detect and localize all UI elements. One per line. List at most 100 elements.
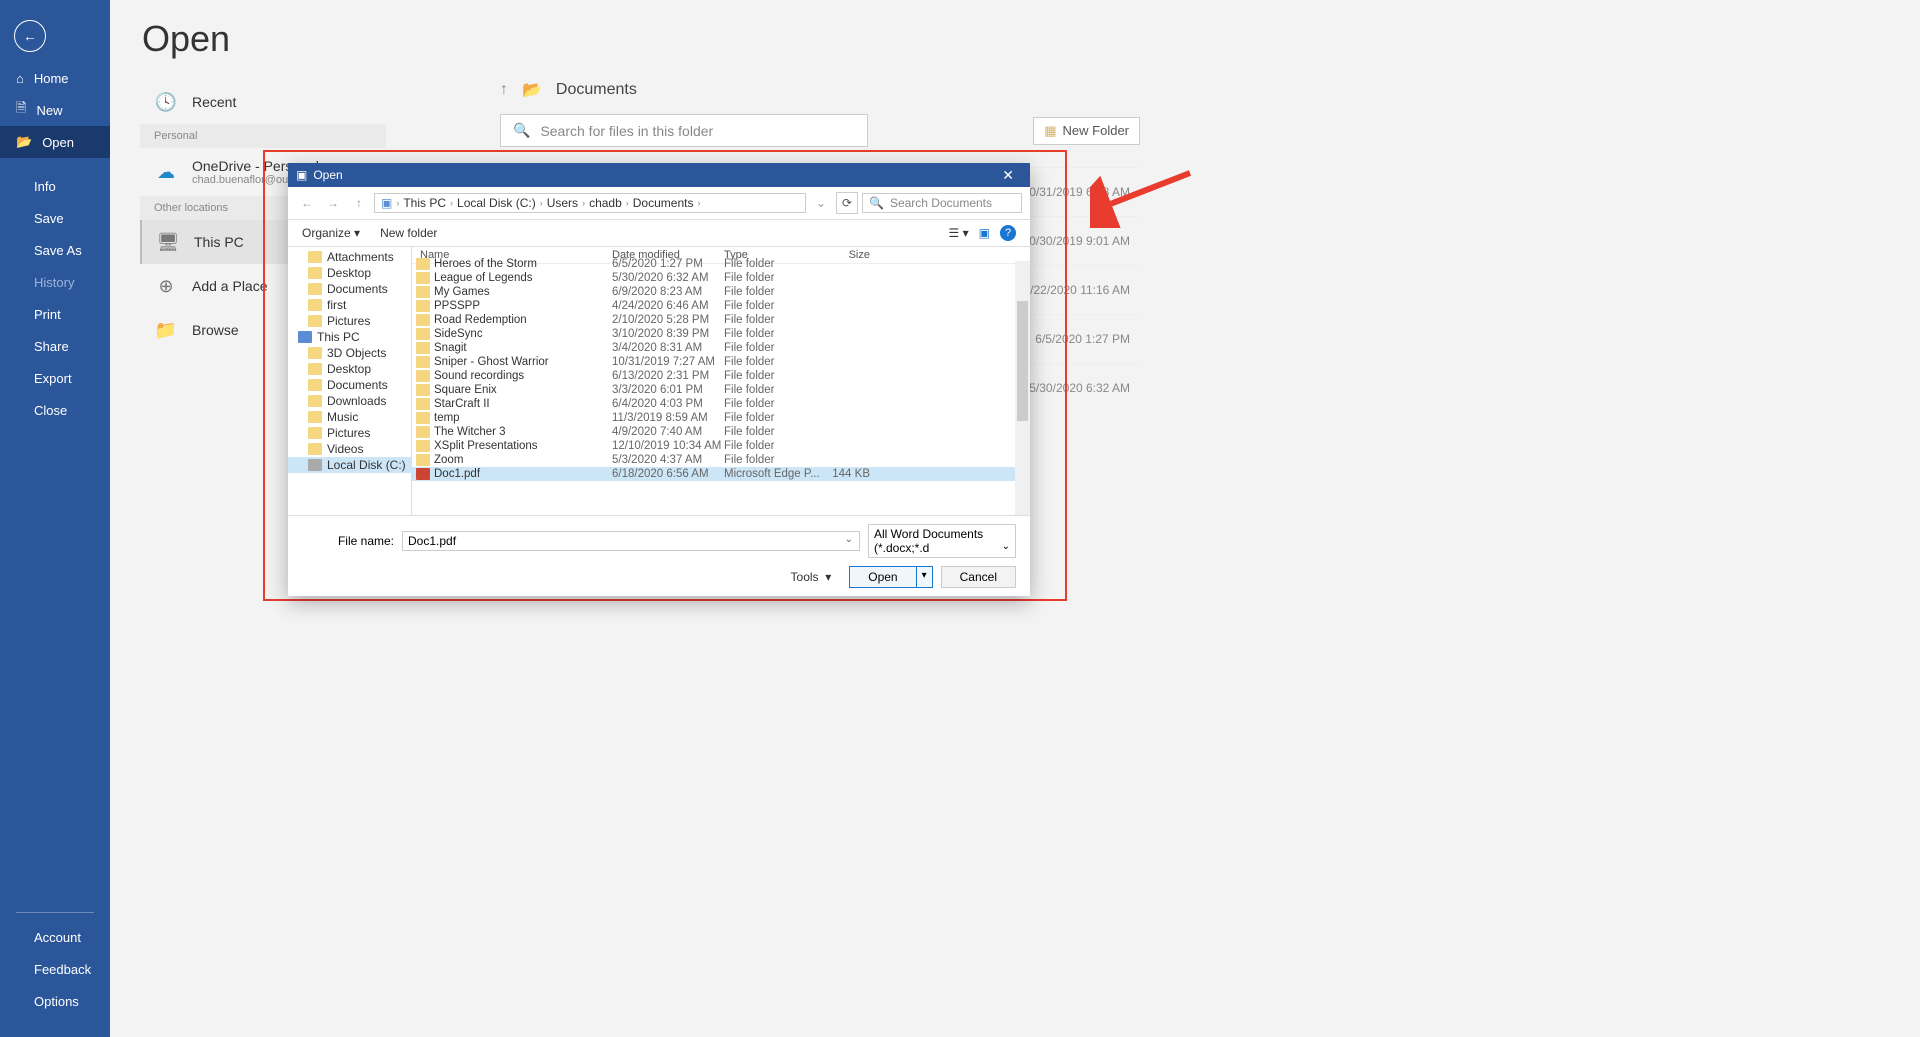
file-row[interactable]: XSplit Presentations12/10/2019 10:34 AMF… [412,439,1030,453]
tree-item[interactable]: Pictures [288,313,411,329]
nav-open[interactable]: 📂 Open [0,126,110,158]
tree-icon [308,363,322,375]
nav-forward-button[interactable]: → [322,192,344,214]
breadcrumb-segment[interactable]: chadb [589,196,622,210]
nav-info[interactable]: Info [0,170,110,202]
file-row[interactable]: My Games6/9/2020 8:23 AMFile folder [412,285,1030,299]
breadcrumb-segment[interactable]: Documents [633,196,694,210]
refresh-button[interactable]: ⟳ [836,192,858,214]
breadcrumb-segment[interactable]: Local Disk (C:) [457,196,536,210]
folder-icon [416,370,430,382]
nav-save[interactable]: Save [0,202,110,234]
open-button[interactable]: Open [849,566,916,588]
tree-item[interactable]: Desktop [288,361,411,377]
file-row[interactable]: Doc1.pdf6/18/2020 6:56 AMMicrosoft Edge … [412,467,1030,481]
loc-personal-header: Personal [140,124,386,148]
file-row[interactable]: temp11/3/2019 8:59 AMFile folder [412,411,1030,425]
plus-icon: ⊕ [154,274,178,298]
filename-label: File name: [302,534,394,548]
nav-account[interactable]: Account [0,921,110,953]
folder-icon [416,356,430,368]
file-row[interactable]: SideSync3/10/2020 8:39 PMFile folder [412,327,1030,341]
folder-tree[interactable]: AttachmentsDesktopDocumentsfirstPictures… [288,247,412,515]
file-row[interactable]: The Witcher 34/9/2020 7:40 AMFile folder [412,425,1030,439]
open-dropdown[interactable]: ▾ [917,566,933,588]
cancel-button[interactable]: Cancel [941,566,1016,588]
breadcrumb-segment[interactable]: This PC [403,196,446,210]
folder-icon [416,286,430,298]
backstage-sidebar: ← ⌂ Home 🗎 New 📂 Open Info Save Save As … [0,0,110,1037]
filter-select[interactable]: All Word Documents (*.docx;*.d ⌄ [868,524,1016,558]
organize-button[interactable]: Organize ▾ [302,226,360,240]
tree-item[interactable]: Documents [288,281,411,297]
file-row[interactable]: Snagit3/4/2020 8:31 AMFile folder [412,341,1030,355]
tree-item[interactable]: Videos [288,441,411,457]
tree-item[interactable]: first [288,297,411,313]
nav-close[interactable]: Close [0,394,110,426]
tree-item[interactable]: Downloads [288,393,411,409]
file-row[interactable]: League of Legends5/30/2020 6:32 AMFile f… [412,271,1030,285]
loc-recent[interactable]: 🕓 Recent [140,80,386,124]
up-icon[interactable]: ↑ [500,81,508,99]
file-row[interactable]: Heroes of the Storm6/5/2020 1:27 PMFile … [412,257,1030,271]
nav-export[interactable]: Export [0,362,110,394]
nav-share[interactable]: Share [0,330,110,362]
tree-icon [308,443,322,455]
file-row[interactable]: Road Redemption2/10/2020 5:28 PMFile fol… [412,313,1030,327]
nav-options[interactable]: Options [0,985,110,1017]
tree-icon [308,395,322,407]
tree-item[interactable]: Documents [288,377,411,393]
dialog-search-input[interactable]: 🔍 Search Documents [862,193,1022,213]
nav-feedback[interactable]: Feedback [0,953,110,985]
folder-icon [416,412,430,424]
tree-item[interactable]: Music [288,409,411,425]
tree-item[interactable]: Desktop [288,265,411,281]
search-icon: 🔍 [869,196,884,210]
filename-input[interactable]: Doc1.pdf⌄ [402,531,860,551]
search-input[interactable]: 🔍 Search for files in this folder [500,114,868,147]
search-icon: 🔍 [513,122,530,139]
tree-item[interactable]: This PC [288,329,411,345]
tree-item[interactable]: Attachments [288,249,411,265]
tree-icon [308,299,322,311]
folder-icon [416,272,430,284]
file-row[interactable]: Square Enix3/3/2020 6:01 PMFile folder [412,383,1030,397]
divider [16,912,94,913]
help-icon[interactable]: ? [1000,225,1016,241]
tree-icon [308,315,322,327]
scrollbar[interactable] [1015,261,1030,515]
new-folder-button[interactable]: ▦ New Folder [1033,117,1140,145]
folder-icon [416,454,430,466]
new-folder-button[interactable]: New folder [380,226,437,240]
nav-new[interactable]: 🗎 New [0,94,110,126]
breadcrumb-dropdown[interactable]: ⌄ [810,192,832,214]
scroll-thumb[interactable] [1017,301,1028,421]
tree-item[interactable]: Local Disk (C:) [288,457,411,473]
file-row[interactable]: PPSSPP4/24/2020 6:46 AMFile folder [412,299,1030,313]
file-row[interactable]: Sniper - Ghost Warrior10/31/2019 7:27 AM… [412,355,1030,369]
tools-button[interactable]: Tools ▾ [791,570,832,584]
file-row[interactable]: Zoom5/3/2020 4:37 AMFile folder [412,453,1030,467]
nav-up-button[interactable]: ↑ [348,192,370,214]
dialog-close-button[interactable]: ✕ [994,167,1022,184]
breadcrumb-segment[interactable]: Users [547,196,578,210]
breadcrumb[interactable]: ▣ › This PC › Local Disk (C:) › Users › … [374,193,806,213]
file-row[interactable]: Sound recordings6/13/2020 2:31 PMFile fo… [412,369,1030,383]
nav-back-button[interactable]: ← [296,192,318,214]
tree-icon [308,283,322,295]
col-size[interactable]: Size [820,249,880,261]
file-row[interactable]: StarCraft II6/4/2020 4:03 PMFile folder [412,397,1030,411]
tree-item[interactable]: 3D Objects [288,345,411,361]
back-button[interactable]: ← [14,20,46,52]
preview-button[interactable]: ▣ [979,226,990,240]
nav-saveas[interactable]: Save As [0,234,110,266]
folder-icon [416,426,430,438]
nav-print[interactable]: Print [0,298,110,330]
dialog-title: Open [313,168,342,182]
file-list[interactable]: Name Date modified Type Size Heroes of t… [412,247,1030,515]
view-button[interactable]: ☰ ▾ [949,226,969,240]
nav-home[interactable]: ⌂ Home [0,62,110,94]
tree-icon [308,459,322,471]
tree-item[interactable]: Pictures [288,425,411,441]
nav-history[interactable]: History [0,266,110,298]
